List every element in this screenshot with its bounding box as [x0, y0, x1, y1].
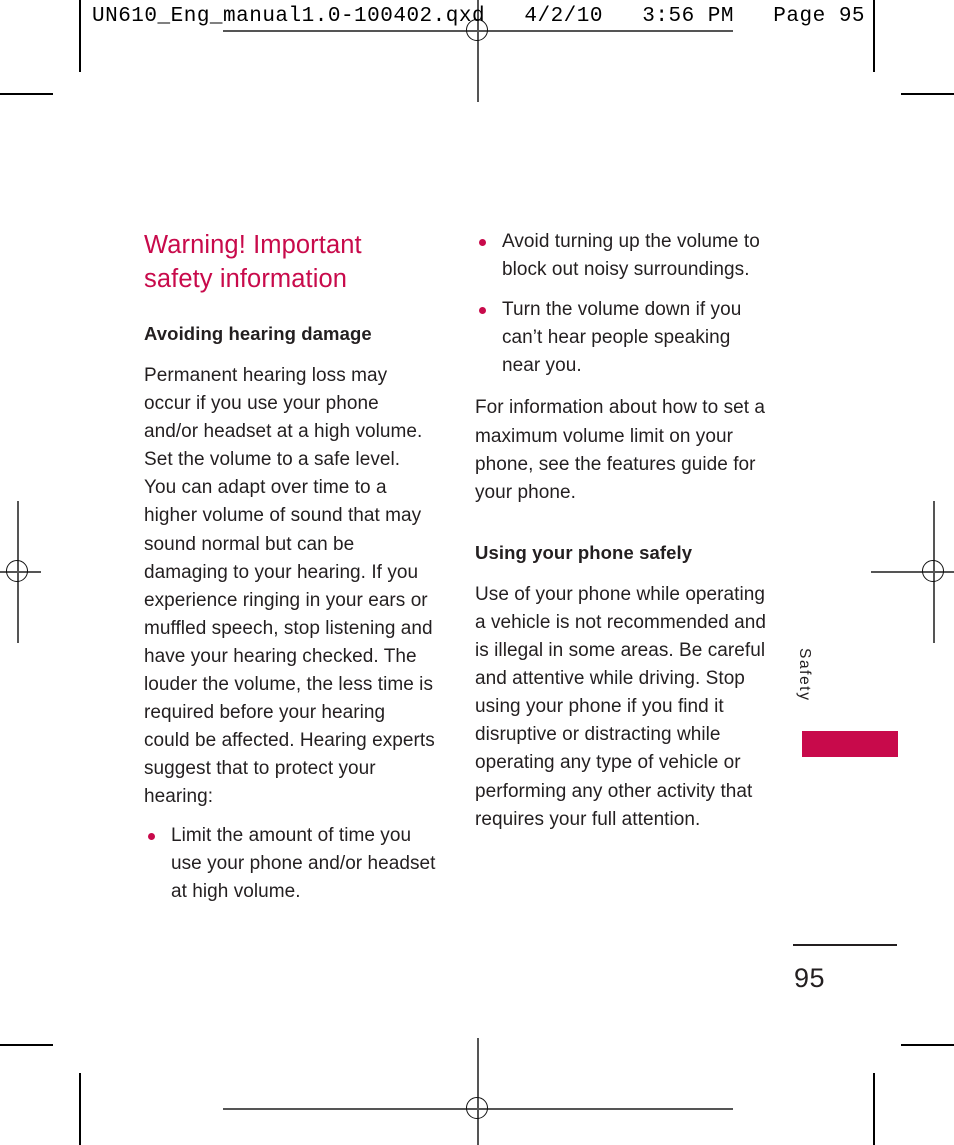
page-title: Warning! Important safety information [144, 231, 362, 293]
paragraph-driving-safety: Use of your phone while operating a vehi… [475, 583, 766, 830]
bullet-list-left: Limit the amount of time you use your ph… [144, 822, 436, 906]
trim-mark-top-right [901, 93, 954, 95]
paragraph-hearing-loss: Permanent hearing loss may occur if you … [144, 365, 435, 808]
page-frame-rule-right-bottom [873, 1073, 875, 1145]
page-frame-rule-left-top [79, 0, 81, 72]
bullet-dot-icon [479, 239, 486, 246]
list-item-label: Avoid turning up the volume to block out… [502, 231, 760, 281]
registration-mark-right [871, 501, 954, 643]
trim-mark-bottom-right [901, 1044, 954, 1046]
file-slug-line: UN610_Eng_manual1.0-100402.qxd 4/2/10 3:… [92, 5, 866, 28]
page-frame-rule-right-top [873, 0, 875, 72]
registration-mark-bottom [223, 1038, 733, 1145]
bullet-dot-icon [148, 832, 155, 840]
list-item: Avoid turning up the volume to block out… [475, 228, 767, 284]
list-item: Limit the amount of time you use your ph… [144, 822, 436, 906]
trim-mark-top-left [0, 93, 53, 95]
registration-mark-left [0, 501, 41, 643]
right-column: Avoid turning up the volume to block out… [475, 228, 767, 848]
page-number: 95 [794, 963, 826, 993]
registration-ring [922, 560, 944, 582]
registration-ring [6, 560, 28, 582]
page-frame-rule-left-bottom [79, 1073, 81, 1145]
trim-mark-bottom-left [0, 1044, 53, 1046]
list-item-label: Limit the amount of time you use your ph… [171, 824, 436, 902]
side-tab-bar [802, 731, 898, 757]
section-heading-avoiding-hearing-damage: Avoiding hearing damage [144, 323, 372, 344]
left-column: Warning! Important safety information Av… [144, 228, 436, 916]
manual-page: UN610_Eng_manual1.0-100402.qxd 4/2/10 3:… [0, 0, 954, 1145]
section-heading-using-your-phone-safely: Using your phone safely [475, 541, 693, 563]
side-tab-label-safety: Safety [796, 648, 813, 702]
list-item-label: Turn the volume down if you can’t hear p… [502, 299, 742, 377]
bullet-list-right: Avoid turning up the volume to block out… [475, 228, 767, 380]
bullet-dot-icon [479, 307, 486, 315]
registration-crosshair-vertical [477, 1038, 479, 1145]
list-item: Turn the volume down if you can’t hear p… [475, 296, 767, 380]
paragraph-volume-limit: For information about how to set a maxim… [475, 397, 766, 503]
registration-ring [466, 1097, 488, 1119]
folio-rule [793, 944, 897, 946]
